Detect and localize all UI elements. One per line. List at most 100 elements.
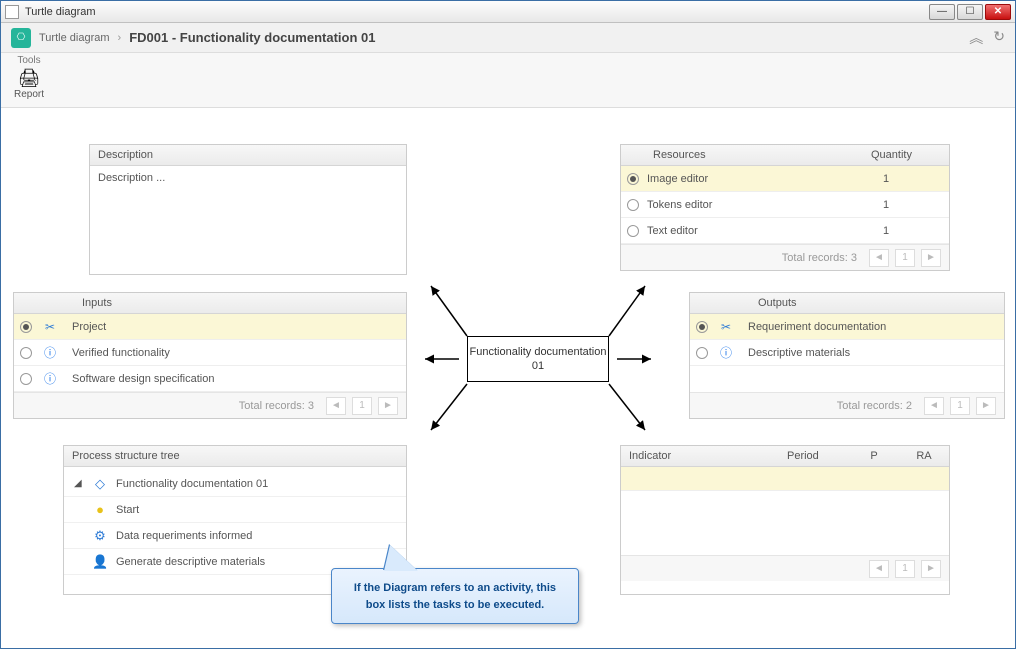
resources-col-name: Resources (629, 149, 871, 161)
inputs-col: Inputs (74, 293, 406, 313)
center-process-box: Functionality documentation 01 (467, 336, 609, 382)
indicator-pager: ◄ 1 ► (621, 555, 949, 581)
tree-item[interactable]: ● Start (64, 497, 406, 523)
titlebar: Turtle diagram (1, 1, 1015, 23)
breadcrumb-current: FD001 - Functionality documentation 01 (129, 30, 375, 45)
window-buttons (929, 4, 1011, 20)
minimize-button[interactable] (929, 4, 955, 20)
resource-name: Text editor (647, 225, 883, 237)
indicator-col-period: Period (779, 446, 849, 466)
resource-row[interactable]: Image editor 1 (621, 166, 949, 192)
description-header: Description (90, 145, 406, 166)
page-number: 1 (895, 560, 915, 578)
page-next[interactable]: ► (378, 397, 398, 415)
radio-icon[interactable] (20, 373, 32, 385)
refresh-icon[interactable]: ↻ (993, 28, 1005, 48)
process-icon: ◇ (92, 476, 108, 492)
indicator-panel: Indicator Period P RA ◄ 1 ► (620, 445, 950, 595)
radio-icon[interactable] (20, 321, 32, 333)
description-panel: Description Description ... (89, 144, 407, 275)
tree-item-label: Generate descriptive materials (116, 556, 265, 568)
tree-root[interactable]: ◢ ◇ Functionality documentation 01 (64, 471, 406, 497)
input-name: Software design specification (72, 373, 214, 385)
outputs-panel: Outputs ✂ Requeriment documentation ⓘ De… (689, 292, 1005, 419)
page-number: 1 (895, 249, 915, 267)
report-button[interactable]: 🖨 Report (7, 68, 51, 100)
resource-row[interactable]: Text editor 1 (621, 218, 949, 244)
input-row[interactable]: ✂ Project (14, 314, 406, 340)
breadcrumb-root[interactable]: Turtle diagram (39, 32, 110, 44)
maximize-button[interactable] (957, 4, 983, 20)
output-name: Descriptive materials (748, 347, 850, 359)
collapse-icon[interactable]: ◢ (74, 478, 86, 489)
resource-qty: 1 (883, 199, 943, 211)
close-button[interactable] (985, 4, 1011, 20)
resources-col-qty: Quantity (871, 149, 941, 161)
outputs-col: Outputs (750, 293, 1004, 313)
window-title: Turtle diagram (25, 6, 96, 18)
input-name: Project (72, 321, 106, 333)
content: Description Description ... Resources Qu… (1, 108, 1015, 648)
resources-body: Image editor 1 Tokens editor 1 Text edit… (621, 166, 949, 244)
total-records: Total records: 3 (782, 252, 857, 264)
resources-header: Resources Quantity (621, 145, 949, 166)
tree-item-label: Data requeriments informed (116, 530, 252, 542)
page-next[interactable]: ► (921, 249, 941, 267)
resources-pager: Total records: 3 ◄ 1 ► (621, 244, 949, 270)
page-prev[interactable]: ◄ (869, 560, 889, 578)
page-next[interactable]: ► (921, 560, 941, 578)
tree-item[interactable]: ⚙ Data requeriments informed (64, 523, 406, 549)
tools-icon: ✂ (42, 320, 58, 334)
resource-row[interactable]: Tokens editor 1 (621, 192, 949, 218)
outputs-pager: Total records: 2 ◄ 1 ► (690, 392, 1004, 418)
report-label: Report (14, 89, 44, 100)
page-next[interactable]: ► (976, 397, 996, 415)
resource-qty: 1 (883, 173, 943, 185)
page-prev[interactable]: ◄ (869, 249, 889, 267)
ribbon-group-tools: Tools 🖨 Report (7, 55, 51, 100)
output-name: Requeriment documentation (748, 321, 886, 333)
radio-icon[interactable] (627, 199, 639, 211)
indicator-col-p: P (849, 446, 899, 466)
input-row[interactable]: ⓘ Software design specification (14, 366, 406, 392)
collapse-icon[interactable]: ︽ (969, 28, 983, 48)
indicator-col-name: Indicator (621, 446, 779, 466)
page-prev[interactable]: ◄ (924, 397, 944, 415)
document-icon (5, 5, 19, 19)
info-icon: ⓘ (42, 370, 58, 387)
info-icon: ⓘ (718, 344, 734, 361)
breadcrumb-separator: › (118, 32, 122, 44)
radio-icon[interactable] (627, 225, 639, 237)
person-icon: 👤 (92, 554, 108, 570)
center-title: Functionality documentation 01 (468, 345, 608, 374)
input-row[interactable]: ⓘ Verified functionality (14, 340, 406, 366)
resources-panel: Resources Quantity Image editor 1 Tokens… (620, 144, 950, 271)
resource-name: Tokens editor (647, 199, 883, 211)
start-icon: ● (92, 502, 108, 517)
indicator-row[interactable] (621, 467, 949, 491)
output-row[interactable]: ⓘ Descriptive materials (690, 340, 1004, 366)
indicator-header: Indicator Period P RA (621, 446, 949, 467)
radio-icon[interactable] (696, 321, 708, 333)
inputs-pager: Total records: 3 ◄ 1 ► (14, 392, 406, 418)
total-records: Total records: 3 (239, 400, 314, 412)
radio-icon[interactable] (627, 173, 639, 185)
ribbon-group-title: Tools (7, 55, 51, 66)
total-records: Total records: 2 (837, 400, 912, 412)
page-number: 1 (950, 397, 970, 415)
tree-title: Process structure tree (64, 446, 406, 467)
tree-body: ◢ ◇ Functionality documentation 01 ● Sta… (64, 467, 406, 579)
page-prev[interactable]: ◄ (326, 397, 346, 415)
radio-icon[interactable] (696, 347, 708, 359)
output-row[interactable]: ✂ Requeriment documentation (690, 314, 1004, 340)
application-window: Turtle diagram Turtle diagram › FD001 - … (0, 0, 1016, 649)
turtle-icon (11, 28, 31, 48)
gear-icon: ⚙ (92, 528, 108, 544)
radio-icon[interactable] (20, 347, 32, 359)
indicator-col-ra: RA (899, 446, 949, 466)
ribbon: Tools 🖨 Report (1, 53, 1015, 108)
description-body: Description ... (90, 166, 406, 190)
info-icon: ⓘ (42, 344, 58, 361)
outputs-header: Outputs (690, 293, 1004, 314)
outputs-body: ✂ Requeriment documentation ⓘ Descriptiv… (690, 314, 1004, 392)
